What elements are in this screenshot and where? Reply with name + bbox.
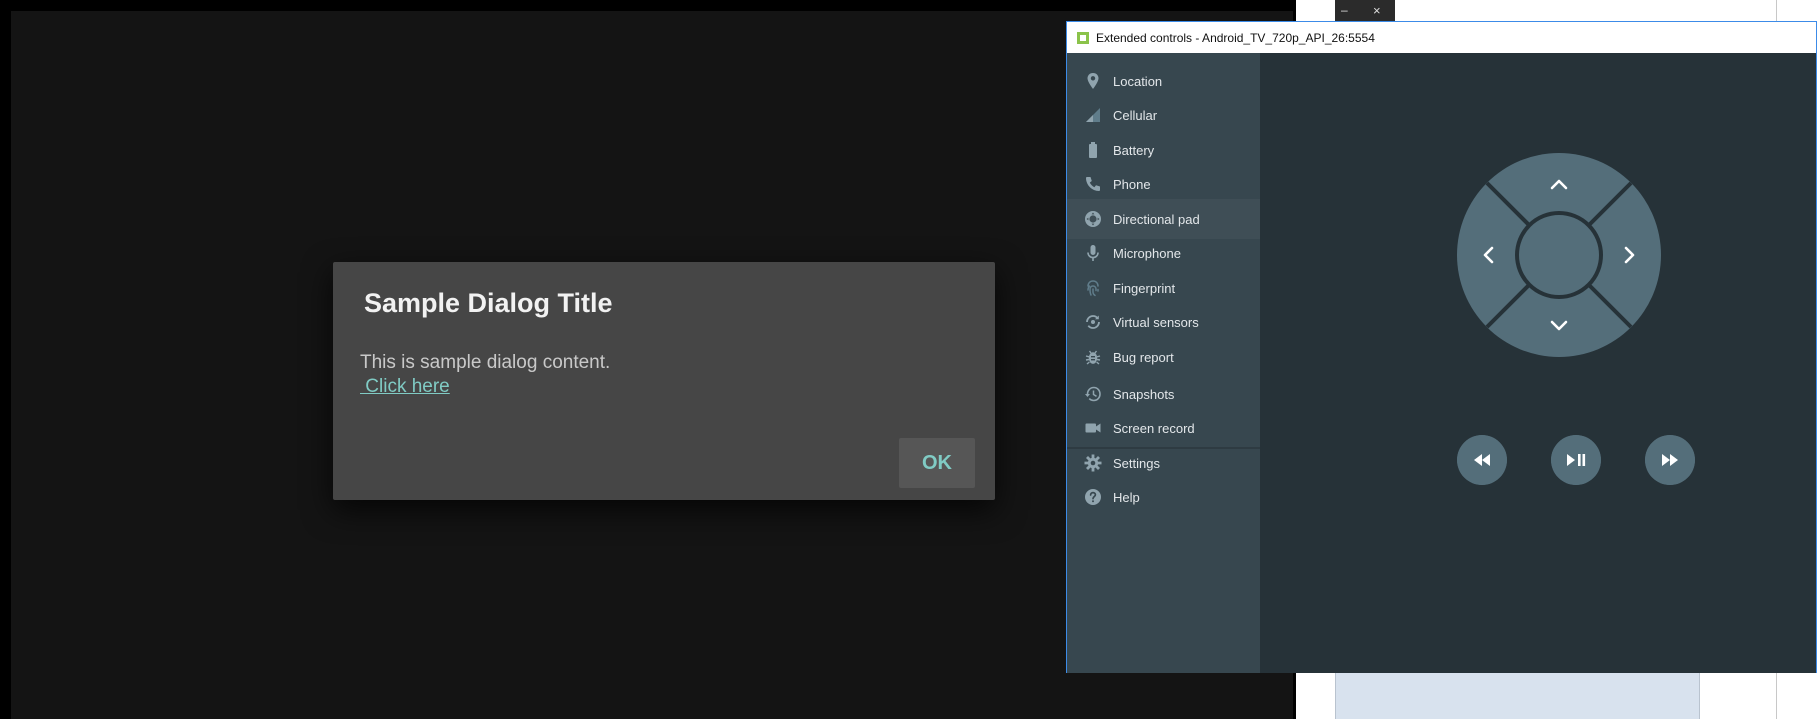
fingerprint-icon [1087,280,1099,297]
fast-forward-button[interactable] [1645,435,1695,485]
directional-pad-panel [1260,53,1816,673]
click-here-link[interactable]: Click here [360,376,449,398]
rotate-icon [1086,315,1100,329]
sidebar-item-label: Battery [1113,142,1155,158]
minimize-button[interactable]: – [1341,3,1348,17]
battery-icon [1089,142,1097,158]
sidebar-item-microphone[interactable]: Microphone [1067,233,1260,273]
microphone-icon [1087,245,1099,261]
play-pause-button[interactable] [1551,435,1601,485]
close-button[interactable]: × [1373,3,1381,18]
dpad-center-button[interactable] [1515,211,1603,299]
window-title: Extended controls - Android_TV_720p_API_… [1096,31,1375,45]
sidebar-item-label: Bug report [1113,349,1174,365]
extended-controls-titlebar[interactable]: Extended controls - Android_TV_720p_API_… [1067,22,1816,53]
extended-controls-window: Extended controls - Android_TV_720p_API_… [1066,21,1817,673]
emulator-app-icon [1077,32,1089,44]
rewind-button[interactable] [1457,435,1507,485]
dialog-title: Sample Dialog Title [364,288,613,318]
sidebar-item-label: Settings [1113,455,1160,471]
location-pin-icon [1087,73,1099,89]
directional-pad [1457,153,1661,357]
sidebar-item-label: Directional pad [1113,211,1200,227]
sidebar-item-virtual-sensors[interactable]: Virtual sensors [1067,302,1260,342]
dialog-content: This is sample dialog content. [360,352,611,373]
ok-button[interactable]: OK [899,438,975,488]
sidebar-item-label: Help [1113,489,1140,505]
help-icon [1085,489,1101,505]
sidebar-item-label: Location [1113,73,1163,89]
sidebar-item-label: Cellular [1113,107,1158,123]
sidebar-item-phone[interactable]: Phone [1067,164,1260,204]
dpad-icon [1085,211,1101,227]
signal-icon [1086,108,1100,122]
sidebar-item-label: Snapshots [1113,386,1175,402]
sidebar-item-cellular[interactable]: Cellular [1067,95,1260,135]
sidebar-divider [1067,447,1260,449]
videocam-icon [1085,423,1101,433]
bug-icon [1085,350,1101,365]
history-icon [1085,386,1101,402]
phone-icon [1086,177,1100,191]
sidebar: Location Cellular Battery Phone Directional … [1067,53,1260,673]
sidebar-item-label: Phone [1113,176,1151,192]
sidebar-item-label: Fingerprint [1113,280,1176,296]
sidebar-item-screen-record[interactable]: Screen record [1067,408,1260,448]
sample-dialog: Sample Dialog Title This is sample dialo… [333,262,995,500]
gear-icon [1084,454,1102,472]
sidebar-item-label: Virtual sensors [1113,314,1199,330]
sidebar-item-label: Microphone [1113,245,1181,261]
sidebar-item-help[interactable]: Help [1067,477,1260,517]
sidebar-item-label: Screen record [1113,420,1195,436]
sidebar-item-bug-report[interactable]: Bug report [1067,337,1260,377]
